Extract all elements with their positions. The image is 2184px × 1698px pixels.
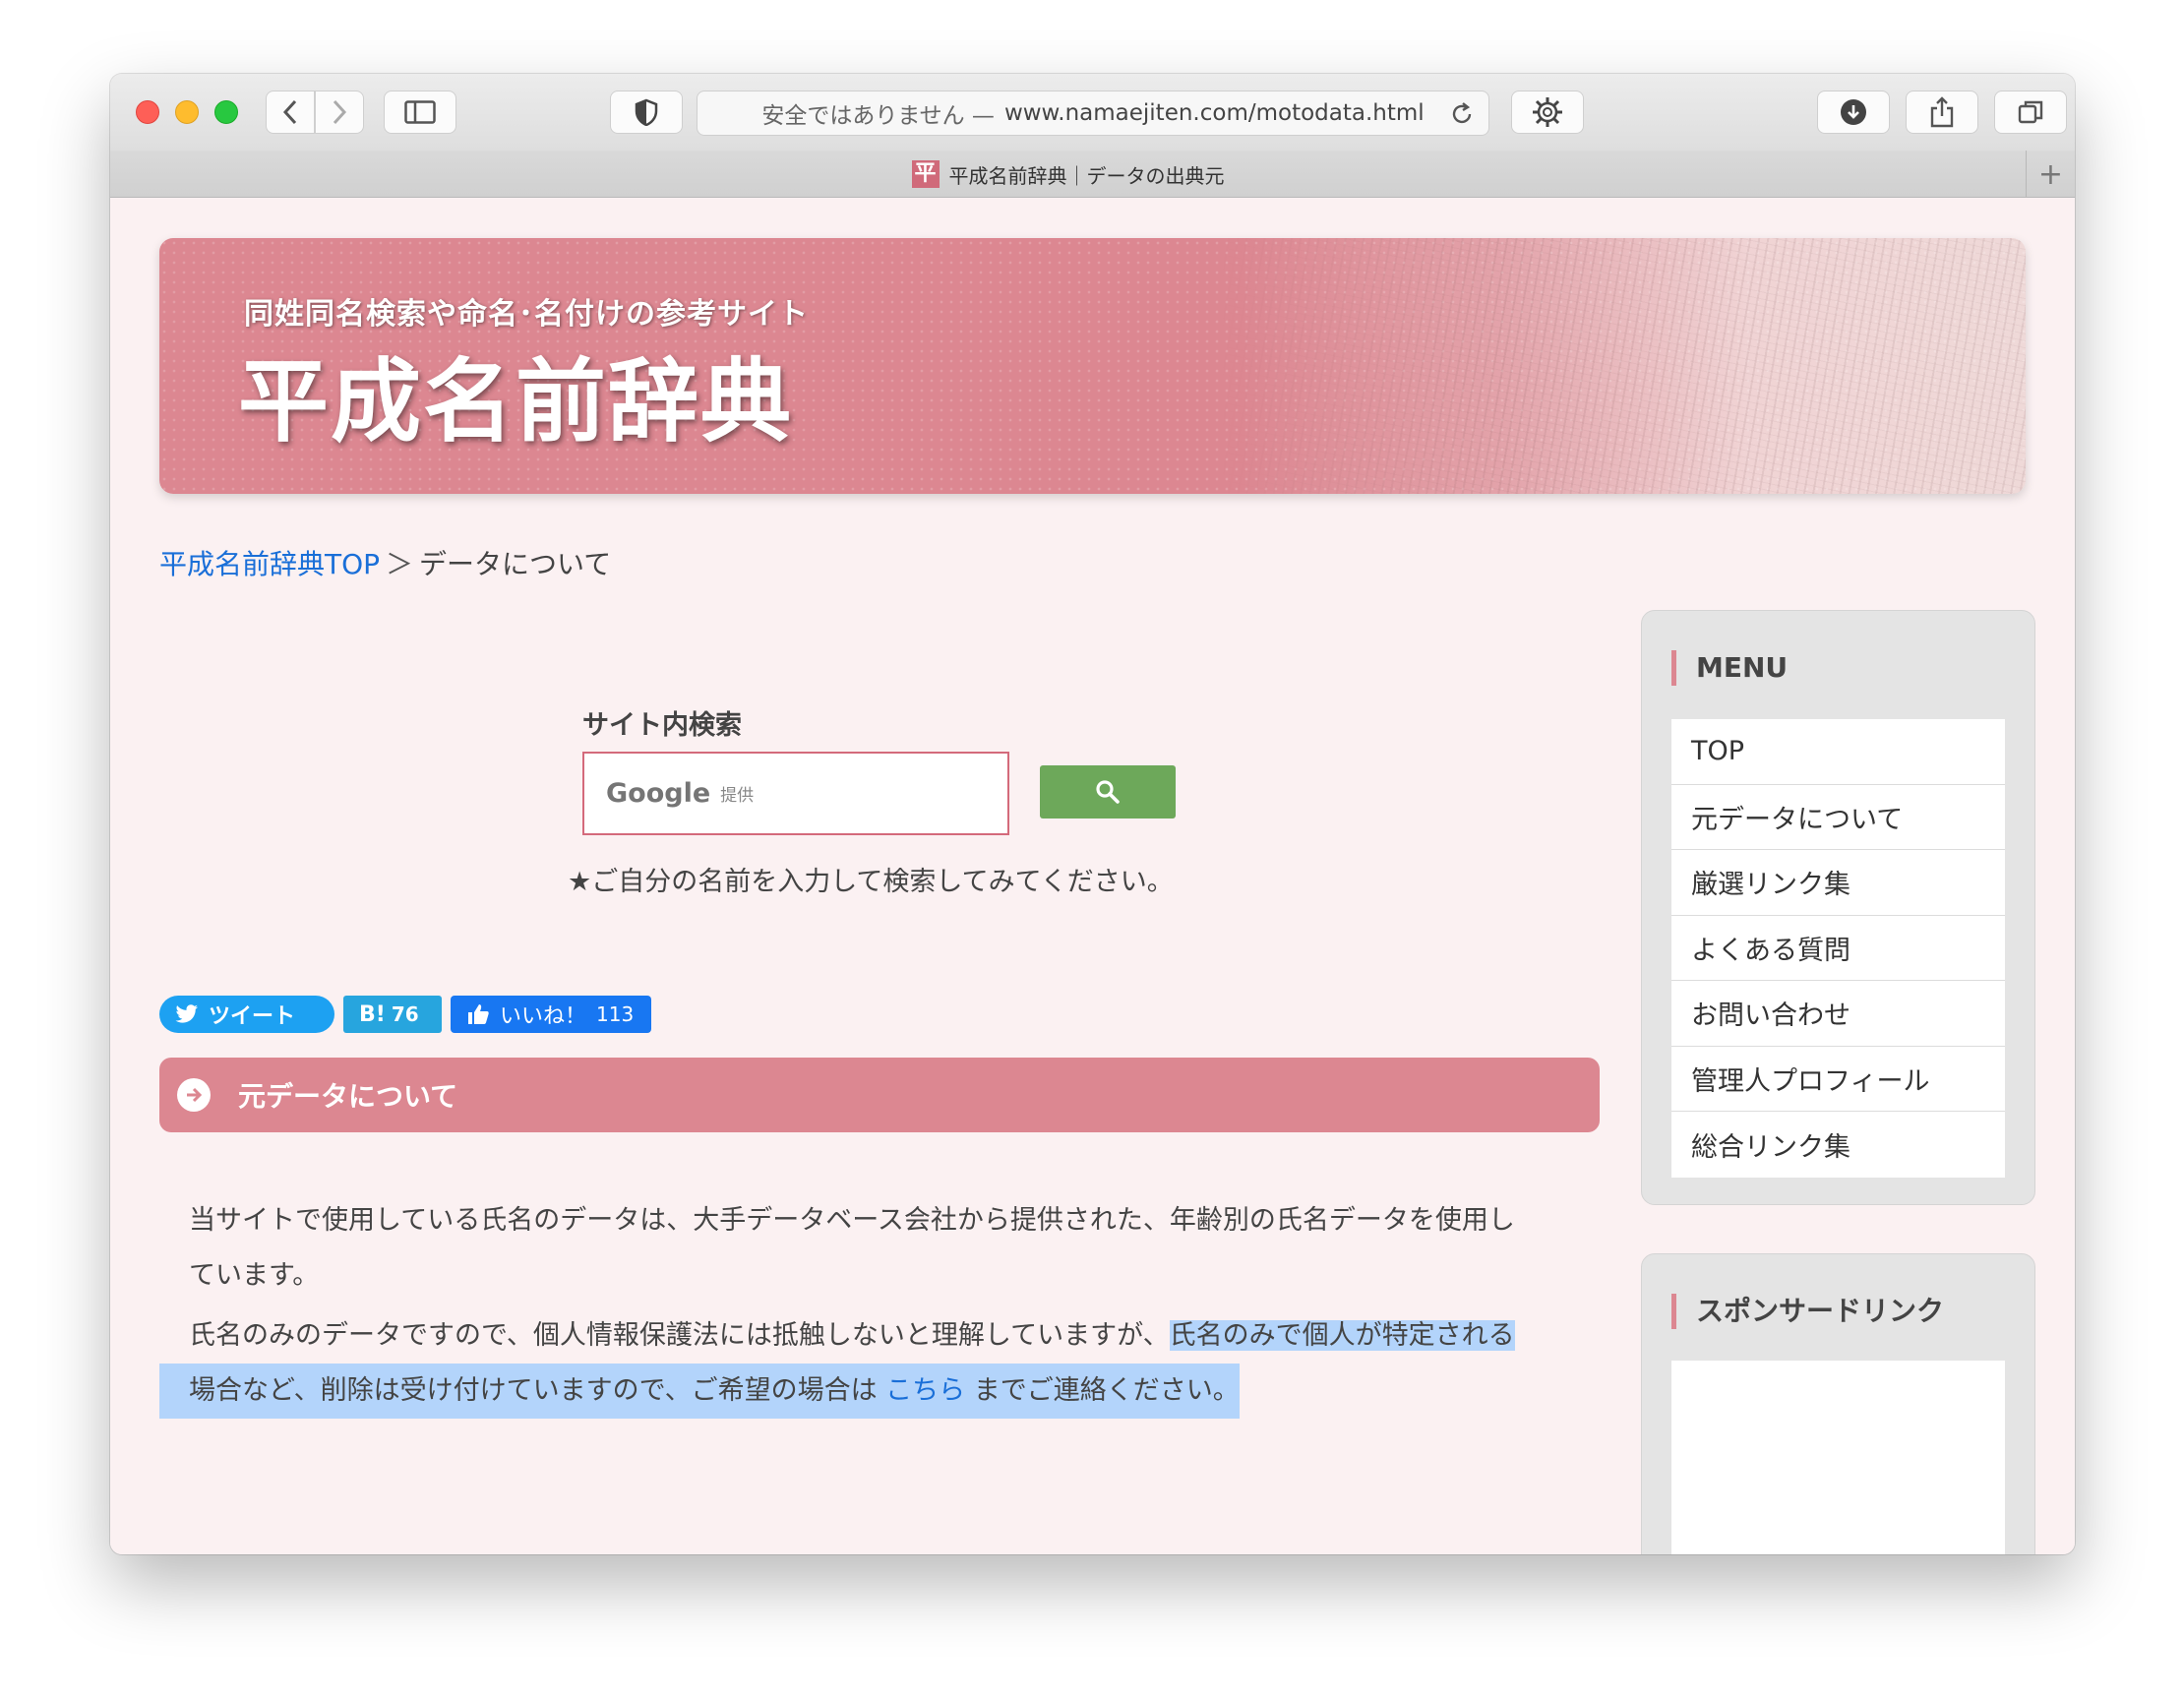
sidebar-icon (404, 100, 436, 124)
chevron-left-icon (282, 99, 297, 125)
tab-bar: 平 平成名前辞典｜データの出典元 + (110, 151, 2075, 198)
extension-button[interactable] (1511, 91, 1584, 134)
menu-item-general-links[interactable]: 総合リンク集 (1671, 1112, 2005, 1178)
menu-item-admin-profile[interactable]: 管理人プロフィール (1671, 1047, 2005, 1112)
banner-subtitle: 同姓同名検索や命名･名付けの参考サイト (244, 297, 809, 332)
close-window-button[interactable] (136, 100, 159, 124)
menu-title: MENU (1671, 650, 1788, 686)
reload-icon[interactable] (1449, 101, 1475, 127)
dictionary-photo (1219, 238, 2026, 494)
zoom-window-button[interactable] (214, 100, 238, 124)
breadcrumb: 平成名前辞典TOP ＞データについて (159, 543, 611, 582)
search-button[interactable] (1040, 765, 1176, 819)
menu-item-source-data[interactable]: 元データについて (1671, 785, 2005, 850)
tab-title: 平成名前辞典｜データの出典元 (948, 163, 1225, 188)
selected-text-a: 氏名のみで個人が特定される (1169, 1320, 1515, 1351)
tweet-button[interactable]: ツイート (159, 996, 334, 1033)
address-bar[interactable]: 安全ではありません — www.namaejiten.com/motodata.… (697, 91, 1489, 136)
content-paragraph-1: 当サイトで使用している氏名のデータは、大手データベース会社から提供された、年齢別… (159, 1193, 1600, 1304)
breadcrumb-current: データについて (419, 548, 612, 580)
site-banner[interactable]: 同姓同名検索や命名･名付けの参考サイト 平成名前辞典 (159, 238, 2026, 494)
share-icon (1930, 96, 1954, 128)
web-page: 同姓同名検索や命名･名付けの参考サイト 平成名前辞典 平成名前辞典TOP ＞データ… (110, 199, 2075, 1554)
paragraph-2-line-2: 場合など、削除は受け付けていますので、ご希望の場合は こちら までご連絡ください… (159, 1364, 1240, 1419)
paragraph-1-line-1: 当サイトで使用している氏名のデータは、大手データベース会社から提供された、年齢別… (189, 1205, 1515, 1236)
banner-title: 平成名前辞典 (238, 348, 794, 455)
new-tab-button[interactable]: + (2026, 151, 2075, 198)
paragraph-2-line-1: 氏名のみのデータですので、個人情報保護法には抵触しないと理解していますが、氏名の… (159, 1308, 1600, 1364)
menu-item-contact[interactable]: お問い合わせ (1671, 981, 2005, 1047)
paragraph-2-text-c: までご連絡ください。 (973, 1375, 1240, 1406)
browser-toolbar: 安全ではありません — www.namaejiten.com/motodata.… (110, 74, 2075, 151)
arrow-right-icon (177, 1078, 211, 1112)
sponsor-title: スポンサードリンク (1671, 1294, 1944, 1329)
content-paragraph-2: 氏名のみのデータですので、個人情報保護法には抵触しないと理解していますが、氏名の… (159, 1308, 1600, 1419)
sidebar-toggle-button[interactable] (384, 91, 456, 134)
paragraph-1-line-2: ています。 (189, 1260, 320, 1291)
google-brand-text: Google (606, 778, 711, 809)
hatena-label: B! (359, 1001, 386, 1027)
tab-active[interactable]: 平 平成名前辞典｜データの出典元 (110, 151, 2026, 198)
gear-icon (1533, 97, 1562, 127)
download-icon (1841, 99, 1866, 125)
thumbs-up-icon (468, 1004, 489, 1024)
tab-overview-button[interactable] (1994, 91, 2067, 134)
like-count: 113 (596, 1002, 635, 1026)
menu-item-top[interactable]: TOP (1671, 719, 2005, 785)
breadcrumb-separator: ＞ (386, 548, 414, 580)
tabs-icon (2018, 100, 2043, 124)
facebook-like-button[interactable]: いいね！ 113 (451, 996, 651, 1033)
address-url: www.namaejiten.com/motodata.html (1003, 100, 1425, 126)
downloads-button[interactable] (1817, 91, 1890, 134)
search-hint: ★ご自分の名前を入力して検索してみてください。 (568, 867, 1174, 897)
contact-link[interactable]: こちら (885, 1375, 965, 1406)
breadcrumb-home-link[interactable]: 平成名前辞典TOP (159, 548, 380, 580)
chevron-right-icon (333, 99, 347, 125)
share-button[interactable] (1906, 91, 1978, 134)
menu-item-faq[interactable]: よくある質問 (1671, 916, 2005, 981)
google-provided-text: 提供 (720, 786, 755, 806)
section-heading-text: 元データについて (238, 1080, 458, 1113)
twitter-bird-icon (175, 1004, 198, 1023)
paragraph-2-text-b: 場合など、削除は受け付けていますので、ご希望の場合は (189, 1375, 878, 1406)
forward-button[interactable] (315, 91, 364, 134)
privacy-report-button[interactable] (610, 91, 683, 134)
search-icon (1096, 780, 1120, 804)
tweet-label: ツイート (209, 1004, 296, 1029)
paragraph-2-text-a: 氏名のみのデータですので、個人情報保護法には抵触しないと理解していますが、 (189, 1320, 1170, 1351)
site-favicon: 平 (911, 160, 940, 188)
like-label: いいね！ (500, 1004, 587, 1029)
sidebar-menu: MENU TOP 元データについて 厳選リンク集 よくある質問 お問い合わせ 管… (1641, 610, 2035, 1205)
menu-item-selected-links[interactable]: 厳選リンク集 (1671, 850, 2005, 916)
minimize-window-button[interactable] (175, 100, 199, 124)
hatena-bookmark-button[interactable]: B! 76 (343, 996, 442, 1033)
section-heading: 元データについて (159, 1058, 1600, 1132)
sidebar-sponsor: スポンサードリンク (1641, 1253, 2035, 1554)
hatena-count: 76 (391, 1002, 419, 1026)
search-input[interactable]: Google 提供 (582, 752, 1009, 835)
sponsor-ad-area[interactable] (1671, 1361, 2005, 1554)
back-button[interactable] (266, 91, 315, 134)
menu-list: TOP 元データについて 厳選リンク集 よくある質問 お問い合わせ 管理人プロフ… (1671, 719, 2005, 1178)
browser-window: 安全ではありません — www.namaejiten.com/motodata.… (110, 74, 2075, 1554)
search-label: サイト内検索 (582, 710, 742, 741)
security-warning-label: 安全ではありません — (761, 103, 995, 129)
shield-icon (635, 98, 658, 126)
